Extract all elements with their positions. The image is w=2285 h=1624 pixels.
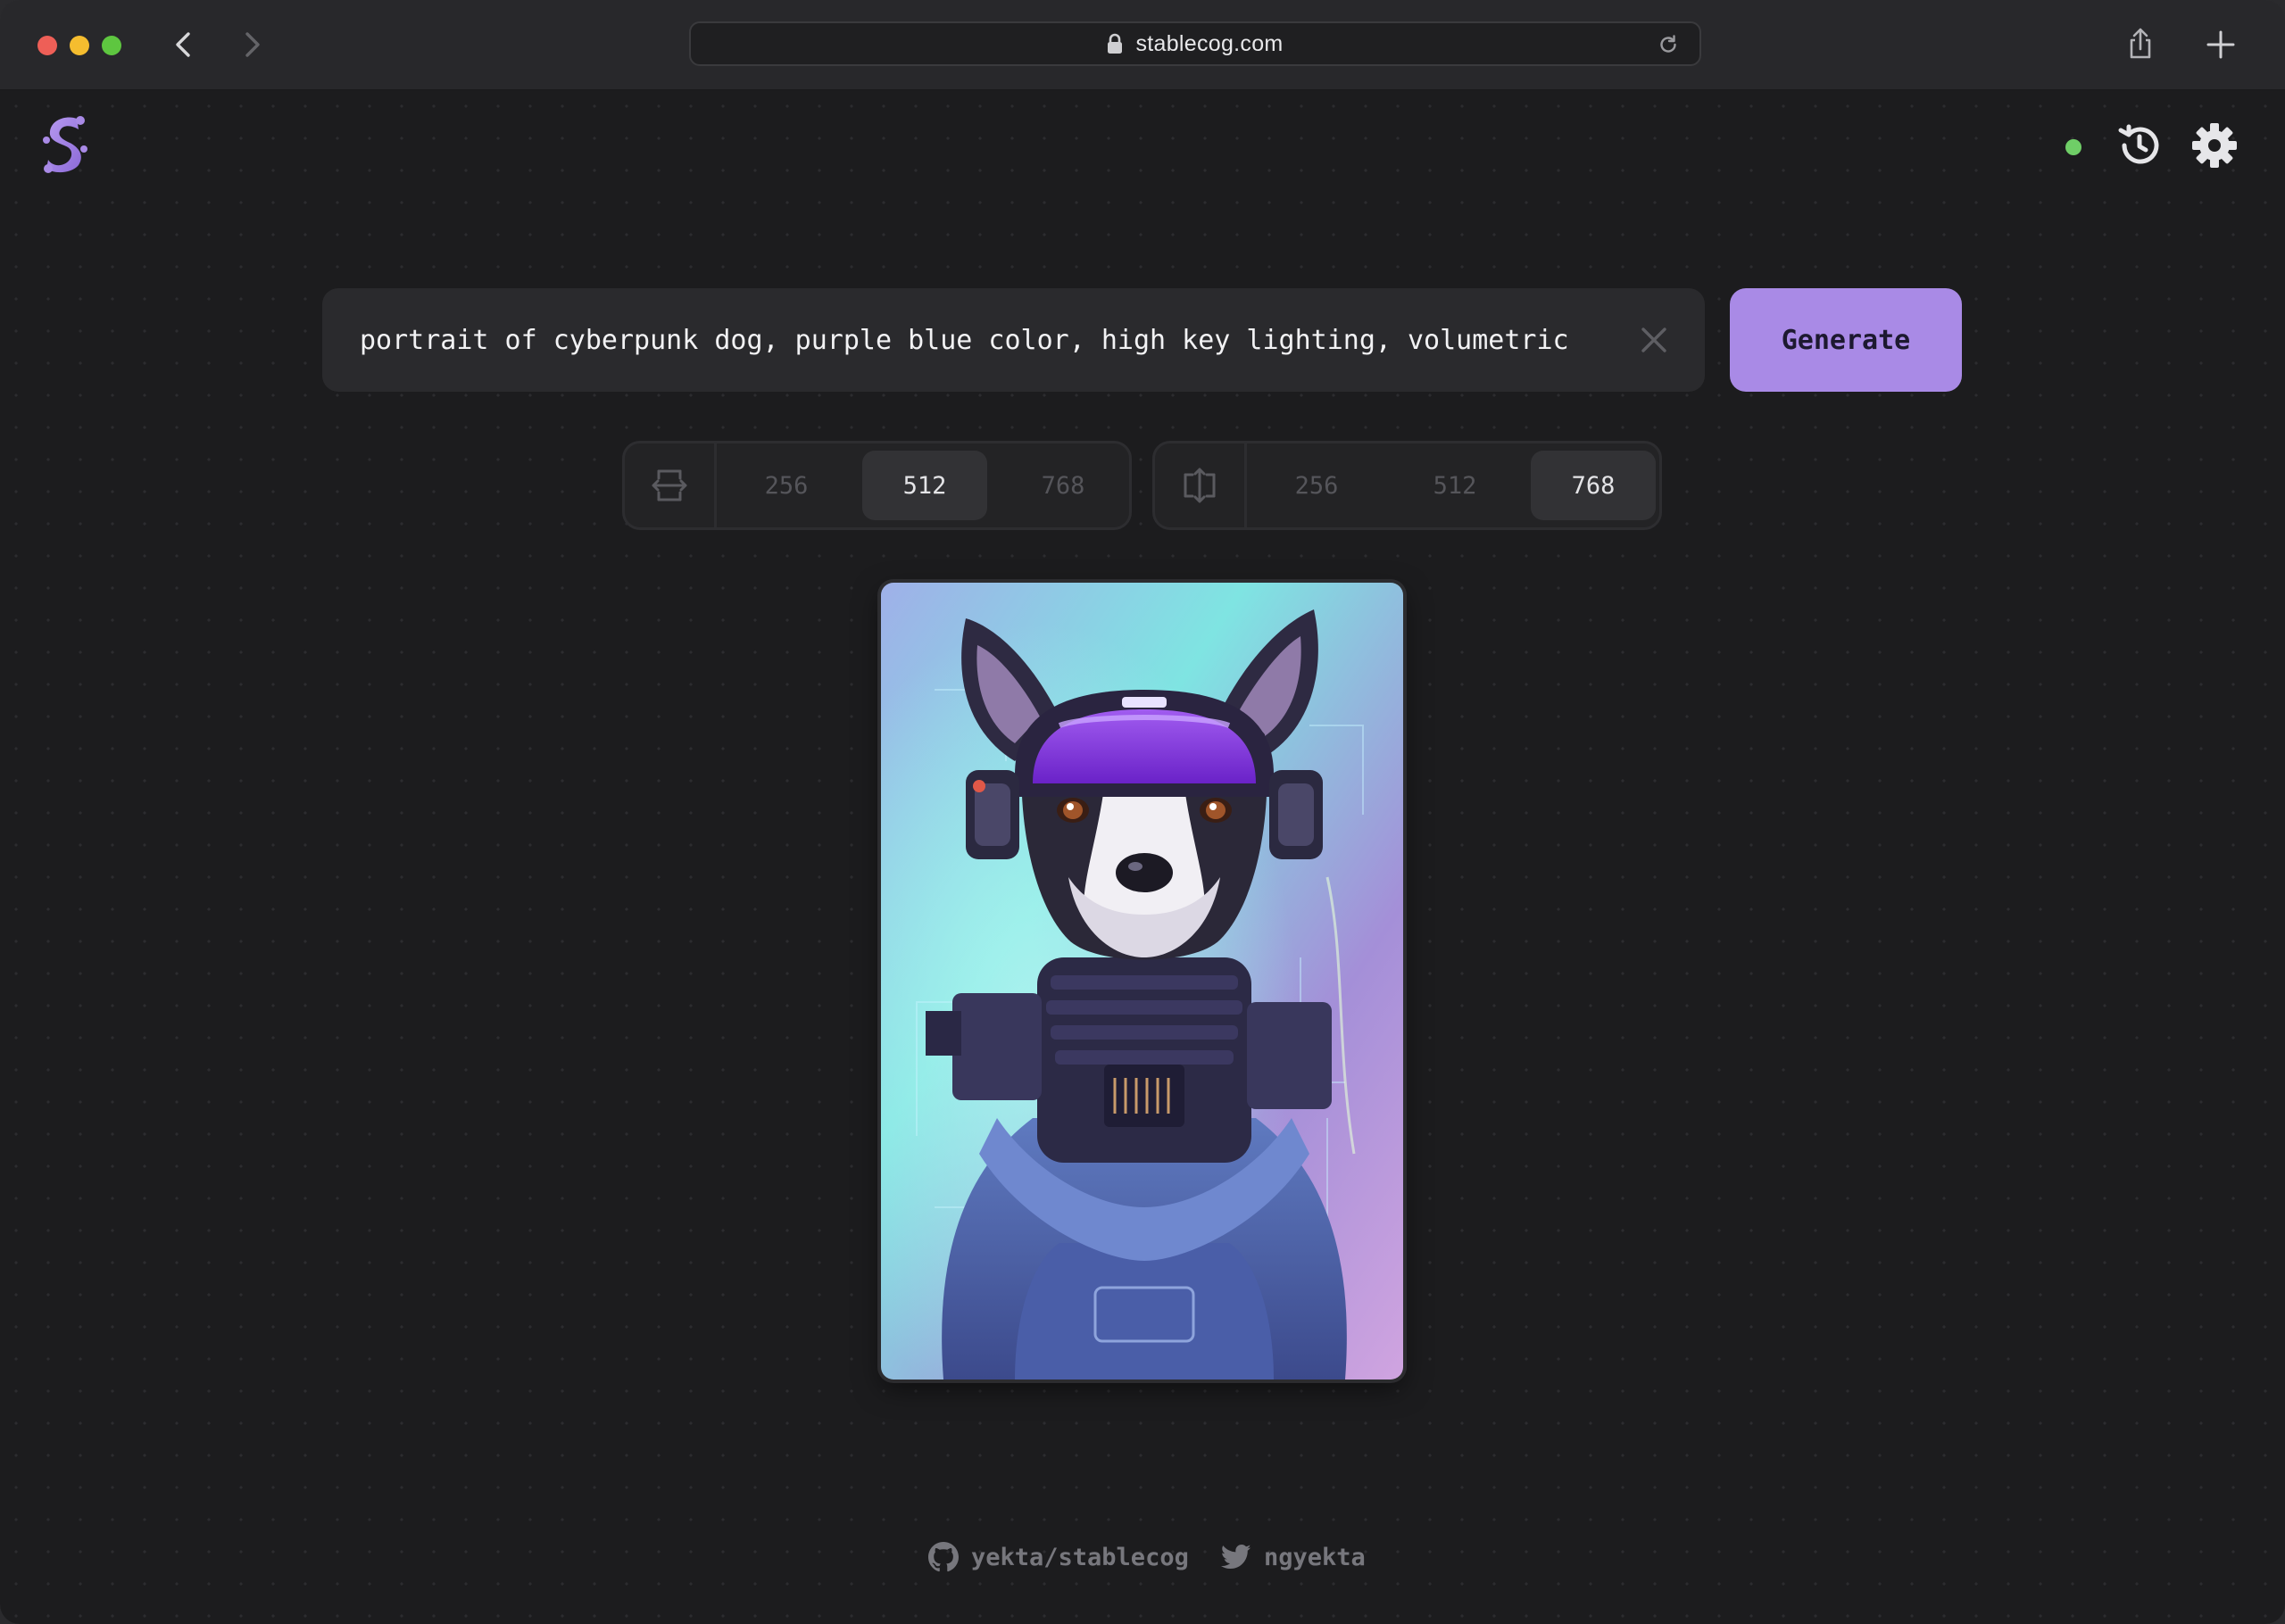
close-icon[interactable] [1636, 322, 1672, 358]
prompt-input[interactable] [360, 288, 1591, 392]
twitter-icon [1221, 1544, 1251, 1570]
url-text: stablecog.com [1135, 30, 1284, 56]
height-option[interactable]: 256 [1254, 451, 1379, 520]
height-option[interactable]: 512 [1392, 451, 1517, 520]
browser-window: stablecog.com portrait of cyberpunk dog,… [0, 0, 2285, 1624]
browser-toolbar: stablecog.com [0, 0, 2285, 90]
back-icon[interactable] [166, 27, 202, 62]
forward-icon[interactable] [234, 27, 270, 62]
footer: yekta/stablecog ngyekta [0, 1535, 2285, 1579]
address-bar-content: stablecog.com [691, 23, 1699, 64]
generate-button[interactable]: Generate [1730, 288, 1962, 392]
width-selector: 256 512 768 [622, 441, 1132, 530]
width-option[interactable]: 512 [862, 451, 987, 520]
generated-image[interactable] [881, 583, 1403, 1380]
width-arrows-icon [625, 443, 717, 527]
width-option[interactable]: 768 [1001, 451, 1126, 520]
history-icon[interactable] [2115, 121, 2164, 170]
lock-icon [1108, 33, 1123, 54]
width-option[interactable]: 256 [724, 451, 849, 520]
address-bar[interactable]: stablecog.com [689, 21, 1701, 66]
zoom-window-button[interactable] [102, 36, 121, 55]
height-arrows-icon [1155, 443, 1247, 527]
page: Generate 256 512 768 [0, 90, 2285, 1624]
status-indicator [2065, 139, 2081, 155]
gear-icon[interactable] [2190, 121, 2239, 170]
new-tab-icon[interactable] [2203, 27, 2239, 62]
close-window-button[interactable] [37, 36, 57, 55]
reload-icon[interactable] [1657, 33, 1680, 56]
stablecog-logo[interactable] [41, 113, 89, 176]
prompt-bar [322, 288, 1705, 392]
height-option[interactable]: 768 [1531, 451, 1656, 520]
twitter-link[interactable]: ngyekta [1221, 1535, 1366, 1579]
twitter-label: ngyekta [1264, 1543, 1366, 1571]
minimize-window-button[interactable] [70, 36, 89, 55]
cyberpunk-dog-illustration [881, 583, 1403, 1380]
github-link[interactable]: yekta/stablecog [928, 1535, 1189, 1579]
share-icon[interactable] [2123, 27, 2158, 62]
github-label: yekta/stablecog [971, 1543, 1189, 1571]
github-icon [928, 1542, 959, 1572]
height-selector: 256 512 768 [1152, 441, 1662, 530]
